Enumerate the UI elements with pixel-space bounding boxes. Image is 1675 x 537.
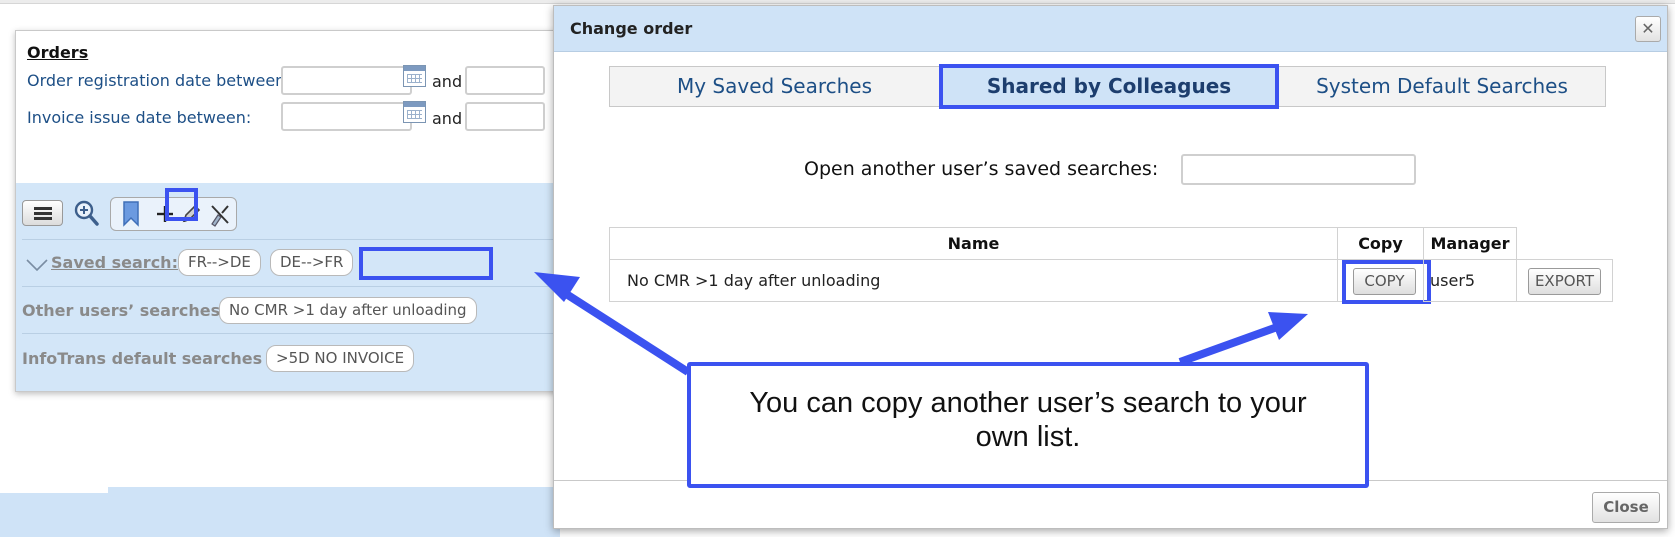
close-button[interactable]: Close — [1592, 492, 1660, 523]
infotrans-default-searches-label: InfoTrans default searches — [22, 349, 263, 368]
zoom-in-icon[interactable] — [73, 199, 99, 227]
tab-bar: My Saved Searches Shared by Colleagues S… — [609, 64, 1606, 109]
background-top-strip — [0, 0, 1675, 4]
calendar-icon[interactable] — [403, 101, 426, 123]
bookmark-icon[interactable] — [122, 201, 140, 227]
open-another-user-label: Open another user’s saved searches: — [804, 158, 1159, 180]
invoice-issue-date-label: Invoice issue date between: — [27, 108, 252, 127]
tab-shared-by-colleagues[interactable]: Shared by Colleagues — [939, 64, 1279, 109]
order-registration-date-from-input[interactable] — [281, 66, 412, 95]
another-user-search-input[interactable] — [1181, 154, 1416, 185]
background-bottom-band — [0, 487, 560, 537]
saved-search-label[interactable]: Saved search: — [51, 253, 178, 272]
saved-search-chip[interactable]: DE-->FR — [270, 249, 354, 276]
copy-highlight — [1342, 260, 1431, 304]
row-name-cell: No CMR >1 day after unloading — [609, 259, 1338, 302]
export-button[interactable]: EXPORT — [1528, 268, 1601, 295]
new-search-highlight — [359, 247, 493, 280]
tab-system-default-searches[interactable]: System Default Searches — [1279, 67, 1605, 106]
edit-highlight — [165, 188, 198, 221]
orders-title: Orders — [27, 43, 89, 62]
chevron-down-icon[interactable] — [26, 259, 48, 271]
order-registration-date-to-input[interactable] — [465, 66, 545, 95]
annotation-callout: You can copy another user’s search to yo… — [687, 362, 1369, 488]
and-label: and — [432, 109, 463, 128]
other-users-searches-label: Other users’ searches — [22, 301, 221, 320]
close-icon[interactable]: ✕ — [1635, 16, 1661, 42]
menu-button[interactable] — [22, 200, 63, 226]
delete-icon[interactable] — [209, 203, 231, 227]
tab-my-saved-searches[interactable]: My Saved Searches — [610, 67, 939, 106]
dialog-header: Change order ✕ — [554, 6, 1667, 52]
saved-search-area: Saved search: FR-->DE DE-->FR Other user… — [16, 183, 559, 391]
saved-search-chip[interactable]: FR-->DE — [178, 249, 261, 276]
column-header-copy: Copy — [1337, 227, 1424, 260]
and-label: and — [432, 72, 463, 91]
invoice-issue-date-from-input[interactable] — [281, 102, 412, 131]
orders-search-panel: Orders Order registration date between: … — [15, 30, 560, 392]
invoice-issue-date-to-input[interactable] — [465, 102, 545, 131]
default-search-chip[interactable]: >5D NO INVOICE — [266, 345, 415, 372]
dialog-title: Change order — [570, 19, 693, 38]
row-manager-cell: user5 — [1423, 259, 1517, 302]
calendar-icon[interactable] — [403, 65, 426, 87]
column-header-name: Name — [609, 227, 1338, 260]
other-users-search-chip[interactable]: No CMR >1 day after unloading — [219, 297, 477, 324]
column-header-manager: Manager — [1423, 227, 1517, 260]
order-registration-date-label: Order registration date between: — [27, 71, 291, 90]
